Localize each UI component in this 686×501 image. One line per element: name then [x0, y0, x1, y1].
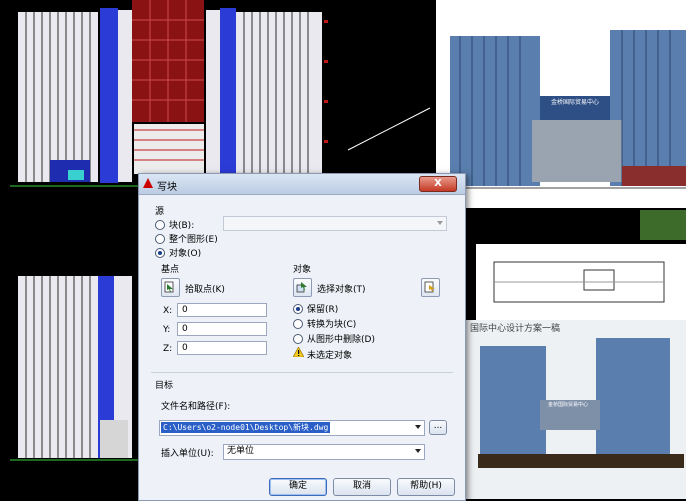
insert-units-value: 无单位 [227, 446, 255, 456]
help-button[interactable]: 帮助(H) [397, 478, 455, 496]
x-label: X: [163, 306, 173, 316]
destination-group-label: 目标 [155, 381, 174, 391]
bottom-left-elevation [10, 276, 138, 461]
ok-button[interactable]: 确定 [269, 478, 327, 496]
render-sign-1: 金桥国际贸易中心 [551, 98, 599, 106]
chevron-down-icon [415, 449, 421, 453]
file-path-value: C:\Users\o2-node01\Desktop\新块.dwg [161, 422, 331, 433]
chevron-down-icon [415, 425, 421, 429]
objects-radio-label: 对象(O) [169, 249, 202, 259]
block-radio-label: 块(B): [169, 221, 195, 231]
pick-point-icon [164, 281, 174, 293]
no-objects-selected-text: 未选定对象 [307, 351, 353, 361]
block-radio[interactable] [155, 220, 165, 230]
insert-units-label: 插入单位(U): [161, 449, 214, 459]
dialog-titlebar[interactable]: 写块 X [139, 174, 465, 195]
insert-units-combo[interactable]: 无单位 [223, 444, 425, 460]
browse-button[interactable]: ... [429, 420, 447, 435]
right-render-top [436, 0, 686, 240]
entire-drawing-label: 整个图形(E) [169, 235, 218, 245]
destination-separator [151, 372, 453, 373]
quick-select-icon [424, 281, 435, 293]
source-group-label: 源 [155, 207, 165, 217]
delete-from-drawing-label: 从图形中删除(D) [307, 335, 375, 345]
chevron-down-icon [437, 221, 443, 225]
dialog-title: 写块 [157, 182, 177, 193]
right-render-bottom [464, 320, 686, 499]
render-sign-2: 金桥国际贸易中心 [548, 401, 588, 408]
top-left-elevation [10, 0, 332, 187]
select-objects-label: 选择对象(T) [317, 285, 366, 295]
delete-from-drawing-radio[interactable] [293, 334, 303, 344]
convert-to-block-label: 转换为块(C) [307, 320, 357, 330]
x-input[interactable]: 0 [177, 303, 267, 317]
select-objects-button[interactable] [293, 278, 312, 297]
retain-radio[interactable] [293, 304, 303, 314]
pick-point-button[interactable] [161, 278, 180, 297]
select-objects-icon [296, 282, 307, 293]
z-input[interactable]: 0 [177, 341, 267, 355]
entire-drawing-radio[interactable] [155, 234, 165, 244]
objects-radio[interactable] [155, 248, 165, 258]
right-plan-drawing [476, 244, 686, 320]
y-label: Y: [163, 325, 171, 335]
pick-point-label: 拾取点(K) [185, 285, 225, 295]
cancel-button[interactable]: 取消 [333, 478, 391, 496]
file-path-label: 文件名和路径(F): [161, 402, 231, 412]
render-caption: 国际中心设计方案一稿 [470, 322, 560, 334]
base-point-group-label: 基点 [161, 265, 180, 275]
retain-label: 保留(R) [307, 305, 339, 315]
z-label: Z: [163, 344, 173, 354]
convert-to-block-radio[interactable] [293, 319, 303, 329]
objects-group-label: 对象 [293, 265, 312, 275]
autocad-logo-icon [143, 178, 153, 188]
file-path-combo[interactable]: C:\Users\o2-node01\Desktop\新块.dwg [159, 420, 425, 436]
y-input[interactable]: 0 [177, 322, 267, 336]
write-block-dialog: 写块 X 源 块(B): 整个图形(E) 对象(O) 基点 拾取点(K) X: … [138, 173, 466, 501]
quick-select-button[interactable] [421, 278, 440, 297]
close-button[interactable]: X [419, 176, 457, 192]
warning-icon [293, 347, 304, 357]
block-name-combo[interactable] [223, 216, 447, 231]
